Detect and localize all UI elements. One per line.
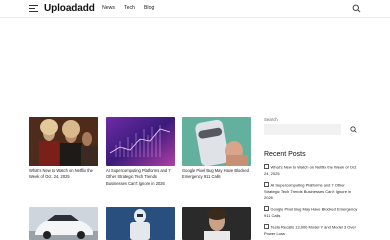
card-image-ai-supercomputing[interactable]: [106, 117, 175, 166]
recent-post-item[interactable]: AI Supercomputing Platforms and 7 Other …: [264, 182, 360, 202]
site-logo[interactable]: Uploadadd: [44, 3, 95, 14]
document-icon: [264, 206, 269, 211]
card-image-netflix[interactable]: [29, 117, 98, 166]
recent-post-item[interactable]: Google Pixel Bug May Have Blocked Emerge…: [264, 206, 360, 219]
recent-posts-heading: Recent Posts: [264, 151, 306, 158]
sidebar-search-label: Search: [264, 117, 278, 122]
recent-post-item[interactable]: Tesla Recalls 13,000 Model Y and Model 3…: [264, 224, 360, 237]
menu-icon[interactable]: [29, 5, 38, 12]
card-title-google-pixel[interactable]: Google Pixel Bug May Have Blocked Emerge…: [182, 168, 254, 181]
card-image-car[interactable]: [29, 207, 98, 240]
card-image-robot[interactable]: [106, 207, 175, 240]
document-icon: [264, 224, 269, 229]
sidebar-search-button[interactable]: [347, 124, 360, 135]
document-icon: [264, 164, 269, 169]
sidebar-search-input[interactable]: [264, 124, 341, 135]
main-nav: News Tech Blog: [102, 5, 154, 11]
card-image-person[interactable]: [182, 207, 251, 240]
search-icon: [350, 126, 357, 133]
card-title-ai-supercomputing[interactable]: AI Supercomputing Platforms and 7 Other …: [106, 168, 178, 187]
card-image-google-pixel[interactable]: [182, 117, 251, 166]
nav-blog[interactable]: Blog: [144, 5, 154, 11]
nav-tech[interactable]: Tech: [124, 5, 135, 11]
search-icon[interactable]: [352, 4, 361, 13]
nav-news[interactable]: News: [102, 5, 115, 11]
top-navigation-bar: Uploadadd News Tech Blog: [0, 0, 390, 18]
recent-post-item[interactable]: What's New to Watch on Netflix the Week …: [264, 164, 360, 177]
card-title-netflix[interactable]: What's New to Watch on Netflix the Week …: [29, 168, 101, 181]
document-icon: [264, 182, 269, 187]
